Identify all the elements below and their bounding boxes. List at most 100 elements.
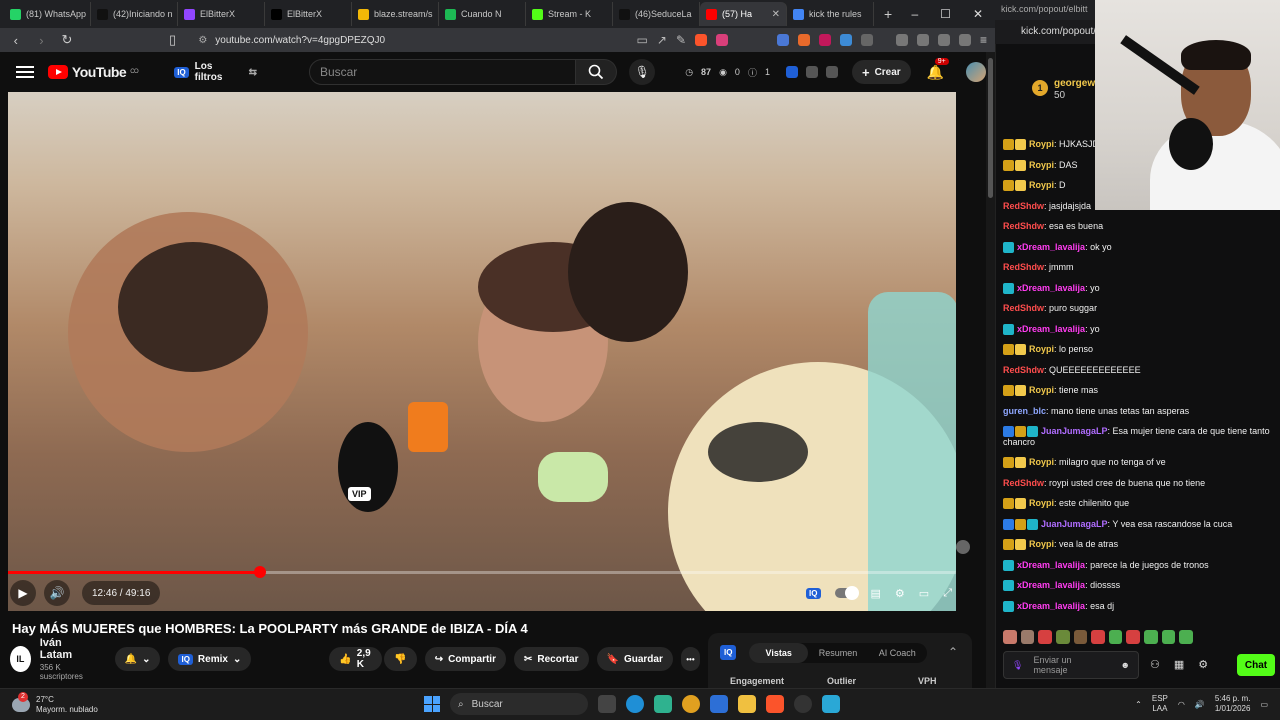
- volume-icon[interactable]: 🔊: [1195, 700, 1205, 709]
- sidebar-icon[interactable]: [917, 34, 930, 46]
- emote-icon[interactable]: [1179, 630, 1194, 644]
- brave-shield-icon[interactable]: [695, 34, 708, 46]
- emote-icon[interactable]: [1108, 630, 1123, 644]
- emote-icon[interactable]: [1055, 630, 1070, 644]
- chat-input[interactable]: 🎙 Enviar un mensaje ☻: [1003, 651, 1139, 679]
- chat-username[interactable]: RedShdw: [1003, 262, 1044, 272]
- browser-tab[interactable]: ElBitterX: [178, 2, 265, 26]
- menu-icon[interactable]: ≡: [980, 33, 987, 47]
- copilot-icon[interactable]: [654, 695, 672, 713]
- translate-extension-icon[interactable]: [777, 34, 790, 46]
- chat-username[interactable]: xDream_lavalija: [1017, 580, 1085, 590]
- browser-tab[interactable]: (57) Ha ✕: [700, 2, 787, 26]
- dislike-button[interactable]: 👎: [384, 647, 417, 671]
- subscription-bell-button[interactable]: 🔔 ⌄: [114, 647, 161, 671]
- settings-icon[interactable]: ⚙: [895, 587, 905, 600]
- chat-username[interactable]: xDream_lavalija: [1017, 283, 1085, 293]
- clock[interactable]: 5:46 p. m. 1/01/2026: [1215, 694, 1251, 714]
- scrollbar-thumb[interactable]: [988, 58, 993, 198]
- chrome-icon[interactable]: [682, 695, 700, 713]
- play-button[interactable]: ▶: [10, 580, 36, 606]
- windows-start-icon[interactable]: [424, 696, 440, 712]
- extension-icon[interactable]: [840, 34, 853, 46]
- chat-username[interactable]: Roypi: [1029, 457, 1054, 467]
- wifi-icon[interactable]: ◠: [1178, 700, 1185, 709]
- scrubber-handle[interactable]: [253, 566, 266, 578]
- users-icon[interactable]: ⚇: [1150, 658, 1160, 671]
- minimize-button[interactable]: –: [911, 7, 918, 21]
- url-field[interactable]: ⚙ youtube.com/watch?v=4gpgDPEZQJ0: [198, 30, 626, 50]
- browser-tab[interactable]: (42)Iniciando n: [91, 2, 178, 26]
- chat-username[interactable]: JuanJumagaLP: [1041, 426, 1108, 436]
- chat-username[interactable]: Roypi: [1029, 160, 1054, 170]
- obs-icon[interactable]: [794, 695, 812, 713]
- menu-icon[interactable]: [16, 66, 34, 78]
- clip-button[interactable]: ✂ Recortar: [513, 647, 589, 671]
- chat-username[interactable]: Roypi: [1029, 139, 1054, 149]
- emote-icon[interactable]: [1161, 630, 1176, 644]
- create-button[interactable]: + Crear: [851, 60, 911, 84]
- fullscreen-icon[interactable]: ⤢: [943, 587, 952, 600]
- remix-button[interactable]: IQ Remix ⌄: [168, 647, 252, 671]
- youtube-logo[interactable]: YouTube CO: [47, 64, 139, 80]
- language-indicator[interactable]: ESP LAA: [1152, 694, 1168, 714]
- close-window-button[interactable]: ✕: [973, 7, 983, 21]
- browser-tab[interactable]: Stream - K: [526, 2, 613, 26]
- collapse-icon[interactable]: ⌃: [948, 645, 958, 659]
- browser-tab[interactable]: (81) WhatsApp: [4, 2, 91, 26]
- extension-icon[interactable]: [819, 34, 832, 46]
- chat-username[interactable]: RedShdw: [1003, 201, 1044, 211]
- weather-widget[interactable]: 2 27°C Mayorm. nublado: [12, 691, 98, 715]
- chat-username[interactable]: guren_blc: [1003, 406, 1046, 416]
- extension-icon[interactable]: [825, 66, 838, 78]
- more-actions-button[interactable]: •••: [680, 647, 701, 671]
- emote-icon[interactable]: [1038, 630, 1052, 644]
- chevron-up-icon[interactable]: ⌃: [1135, 700, 1142, 709]
- chat-username[interactable]: Roypi: [1029, 498, 1054, 508]
- emote-icon[interactable]: [1073, 630, 1088, 644]
- taskbar-search[interactable]: ⌕ Buscar: [450, 693, 588, 715]
- stats-overlay-icon[interactable]: [956, 540, 970, 554]
- site-info-icon[interactable]: ⚙: [198, 35, 207, 46]
- tab-ai-coach[interactable]: AI Coach: [868, 648, 927, 658]
- browser-tab[interactable]: blaze.stream/s: [352, 2, 439, 26]
- chat-username[interactable]: Roypi: [1029, 385, 1054, 395]
- new-tab-button[interactable]: +: [884, 6, 892, 22]
- iq-player-button[interactable]: IQ: [806, 587, 821, 599]
- filters-button[interactable]: IQ Los filtros ⇆: [174, 61, 257, 83]
- progress-bar[interactable]: [8, 571, 956, 574]
- tab-resumen[interactable]: Resumen: [808, 648, 867, 658]
- share-icon[interactable]: ↗: [657, 33, 667, 47]
- brave-icon[interactable]: [766, 695, 784, 713]
- vpn-icon[interactable]: [959, 34, 972, 46]
- browser-tab[interactable]: Cuando N: [439, 2, 526, 26]
- browser-tab[interactable]: kick the rules: [787, 2, 874, 26]
- channel-avatar[interactable]: IL: [10, 646, 31, 672]
- account-avatar[interactable]: [966, 62, 987, 82]
- extension-icon[interactable]: [798, 34, 811, 46]
- chat-username[interactable]: Roypi: [1029, 344, 1054, 354]
- chat-username[interactable]: xDream_lavalija: [1017, 324, 1085, 334]
- settings-icon[interactable]: ⚙: [1198, 658, 1208, 671]
- bookmark-icon[interactable]: ▯: [165, 32, 181, 48]
- channel-name[interactable]: Iván Latam: [40, 637, 93, 661]
- file-explorer-icon[interactable]: [738, 695, 756, 713]
- emote-icon[interactable]: [1144, 630, 1158, 644]
- chat-username[interactable]: RedShdw: [1003, 221, 1044, 231]
- emoji-icon[interactable]: ☻: [1121, 660, 1130, 670]
- volume-button[interactable]: 🔊: [44, 580, 70, 606]
- rewards-icon[interactable]: [716, 34, 729, 46]
- chat-username[interactable]: RedShdw: [1003, 478, 1044, 488]
- emote-icon[interactable]: [1003, 630, 1017, 644]
- browser-tab[interactable]: (46)SeduceLa: [613, 2, 700, 26]
- back-icon[interactable]: ‹: [8, 33, 24, 48]
- emote-icon[interactable]: [1091, 630, 1105, 644]
- mic-icon[interactable]: 🎙: [1012, 660, 1023, 671]
- chat-username[interactable]: RedShdw: [1003, 365, 1044, 375]
- chat-username[interactable]: Roypi: [1029, 539, 1054, 549]
- emote-icon[interactable]: [1126, 630, 1141, 644]
- music-icon[interactable]: [896, 34, 909, 46]
- like-button[interactable]: 👍 2,9 K: [329, 647, 383, 671]
- extension-icon[interactable]: [861, 34, 874, 46]
- emote-icon[interactable]: [1020, 630, 1035, 644]
